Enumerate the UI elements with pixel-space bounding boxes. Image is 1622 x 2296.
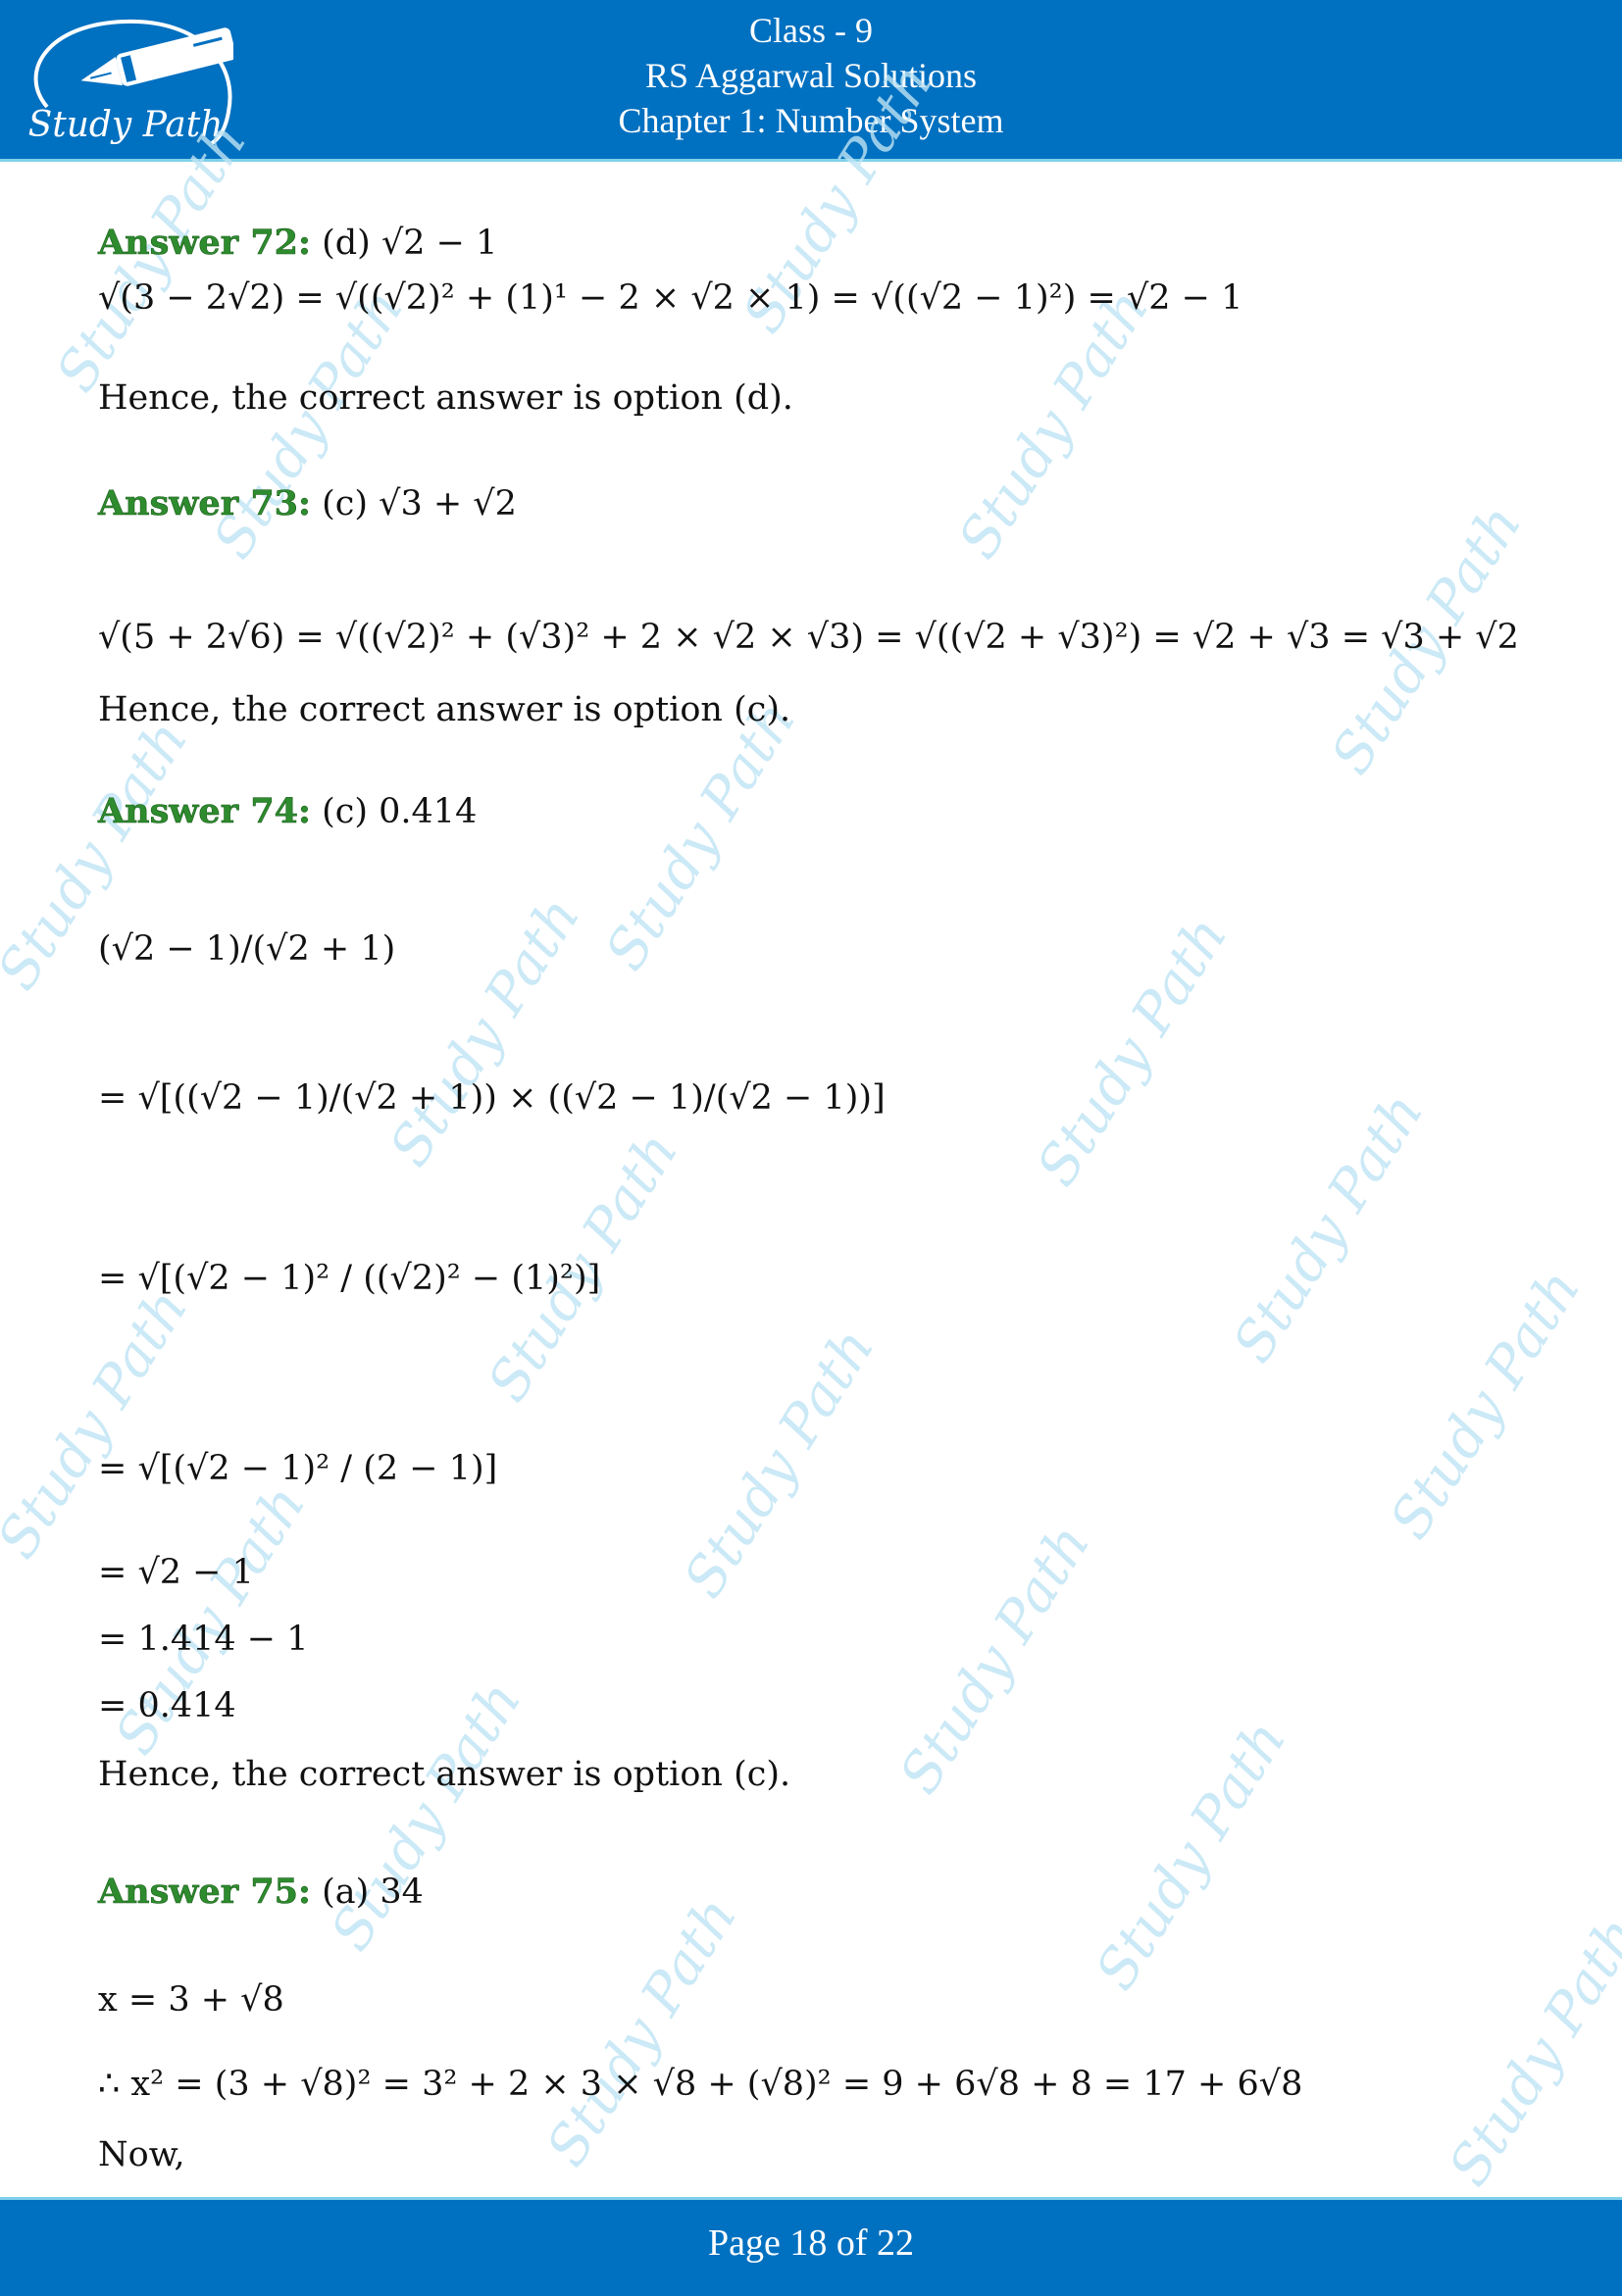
answer-73-conclusion: Hence, the correct answer is option (c). [98, 690, 791, 729]
watermark: Study Path [1025, 906, 1241, 1197]
header-class: Class - 9 [749, 11, 873, 50]
watermark: Study Path [534, 1886, 750, 2177]
answer-75-step: Now, [98, 2135, 185, 2174]
answer-75-step: ∴ x² = (3 + √8)² = 3² + 2 × 3 × √8 + (√8… [98, 2065, 1303, 2104]
answer-74-step: = √[(√2 − 1)² / ((√2)² − (1)²)] [98, 1259, 601, 1298]
watermark: Study Path [1084, 1710, 1299, 2001]
answer-choice: (a) 34 [322, 1872, 424, 1912]
answer-choice: (c) √3 + √2 [322, 484, 517, 524]
watermark: Study Path [319, 1671, 534, 1962]
answer-74-step: = √[((√2 − 1)/(√2 + 1)) × ((√2 − 1)/(√2 … [98, 1078, 886, 1118]
answer-74-step: = √2 − 1 [98, 1553, 254, 1592]
answer-73-step: √(5 + 2√6) = √((√2)² + (√3)² + 2 × √2 × … [98, 618, 1519, 657]
watermark: Study Path [0, 1278, 201, 1570]
answer-label: Answer 74: [98, 791, 312, 832]
watermark: Study Path [1221, 1082, 1437, 1373]
answer-75-heading: Answer 75: (a) 34 [98, 1871, 424, 1914]
answer-74-conclusion: Hence, the correct answer is option (c). [98, 1755, 791, 1794]
page-header: Study Path Class - 9 RS Aggarwal Solutio… [0, 0, 1622, 162]
answer-label: Answer 73: [98, 483, 312, 524]
answer-label: Answer 75: [98, 1872, 312, 1913]
header-chapter: Chapter 1: Number System [618, 101, 1004, 140]
answer-74-step: (√2 − 1)/(√2 + 1) [98, 929, 396, 969]
watermark: Study Path [378, 886, 593, 1177]
watermark: Study Path [201, 278, 417, 570]
watermark: Study Path [946, 278, 1162, 570]
page-footer: Page 18 of 22 [0, 2197, 1622, 2296]
answer-74-step: = √[(√2 − 1)² / (2 − 1)] [98, 1449, 498, 1488]
watermark: Study Path [1437, 1906, 1622, 2197]
answer-74-heading: Answer 74: (c) 0.414 [98, 790, 478, 833]
header-book: RS Aggarwal Solutions [644, 56, 978, 95]
answer-74-step: = 1.414 − 1 [98, 1620, 309, 1659]
answer-choice: (d) √2 − 1 [322, 224, 498, 263]
answer-72-step: √(3 − 2√2) = √((√2)² + (1)¹ − 2 × √2 × 1… [98, 278, 1243, 318]
answer-label: Answer 72: [98, 223, 312, 264]
watermark: Study Path [887, 1514, 1103, 1805]
answer-choice: (c) 0.414 [322, 792, 478, 831]
answer-74-step: = 0.414 [98, 1686, 236, 1725]
page-number: Page 18 of 22 [707, 2222, 915, 2264]
answer-72-conclusion: Hence, the correct answer is option (d). [98, 378, 793, 418]
watermark: Study Path [672, 1318, 887, 1609]
answer-72-heading: Answer 72: (d) √2 − 1 [98, 222, 498, 265]
answer-75-step: x = 3 + √8 [98, 1980, 284, 2020]
watermark-layer: Study Path Study Path Study Path Study P… [0, 0, 1622, 2293]
watermark: Study Path [1378, 1259, 1594, 1550]
watermark: Study Path [593, 690, 809, 981]
answer-73-heading: Answer 73: (c) √3 + √2 [98, 482, 517, 525]
